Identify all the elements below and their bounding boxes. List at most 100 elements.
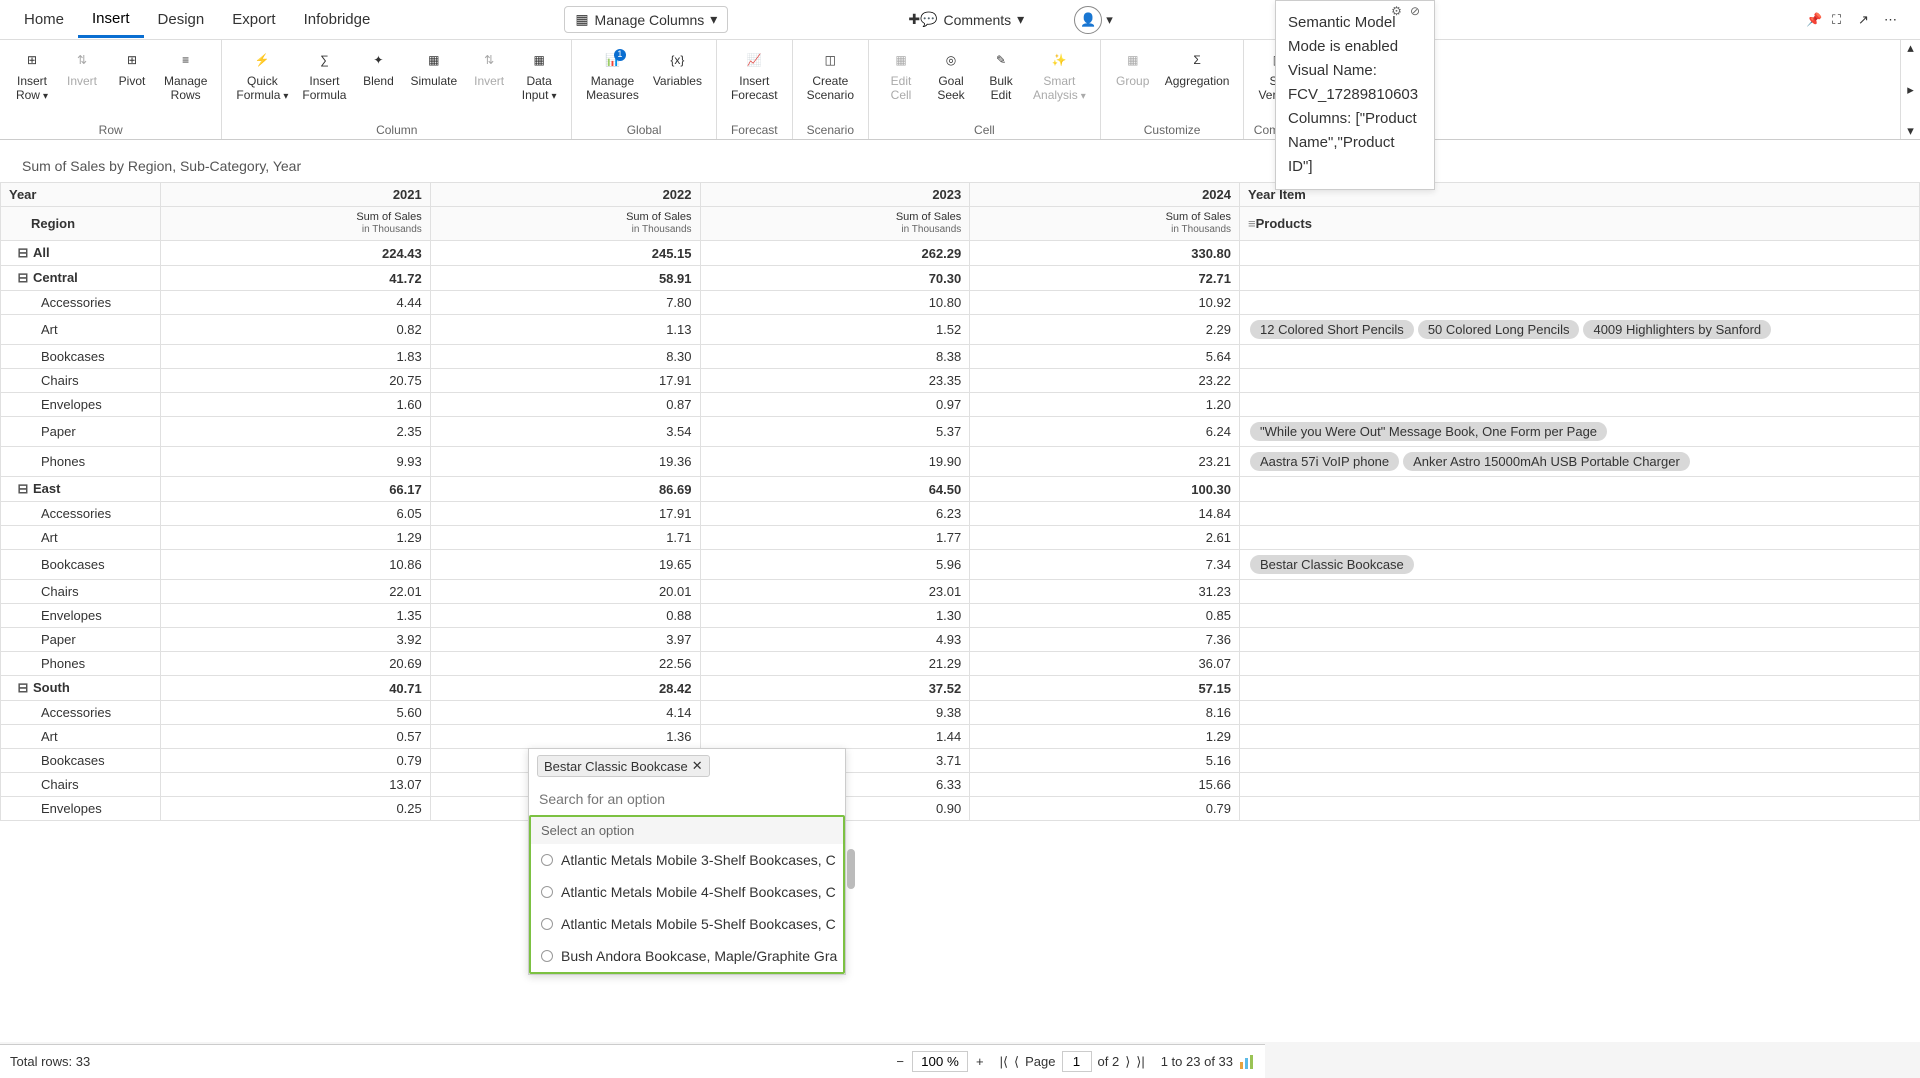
row-label-cell[interactable]: Accessories [1,291,161,315]
value-cell[interactable]: 0.57 [161,725,431,749]
product-chip[interactable]: Aastra 57i VoIP phone [1250,452,1399,471]
row-label-cell[interactable]: Art [1,526,161,550]
dropdown-search-input[interactable] [529,783,845,815]
product-chip[interactable]: "While you Were Out" Message Book, One F… [1250,422,1607,441]
first-page-button[interactable]: |⟨ [1000,1054,1008,1070]
value-cell[interactable]: 1.77 [700,526,970,550]
products-cell[interactable]: "While you Were Out" Message Book, One F… [1240,417,1920,447]
table-row[interactable]: Accessories4.447.8010.8010.92 [1,291,1920,315]
value-cell[interactable]: 1.30 [700,604,970,628]
value-cell[interactable]: 0.87 [430,393,700,417]
value-cell[interactable]: 4.44 [161,291,431,315]
blend-button[interactable]: ✦Blend [354,44,402,107]
chevron-down-icon[interactable]: ▾ [1106,12,1113,28]
products-cell[interactable] [1240,749,1920,773]
value-cell[interactable]: 6.24 [970,417,1240,447]
dropdown-option[interactable]: Atlantic Metals Mobile 4-Shelf Bookcases… [531,876,843,908]
product-select-dropdown[interactable]: Bestar Classic Bookcase ✕ Select an opti… [528,748,846,975]
last-page-button[interactable]: ⟩| [1136,1054,1144,1070]
value-cell[interactable]: 31.23 [970,580,1240,604]
products-cell[interactable]: Bestar Classic Bookcase [1240,550,1920,580]
row-label-cell[interactable]: ⊟All [1,241,161,266]
table-row[interactable]: Chairs22.0120.0123.0131.23 [1,580,1920,604]
row-label-cell[interactable]: Accessories [1,502,161,526]
value-cell[interactable]: 0.97 [700,393,970,417]
scroll-up-icon[interactable]: ▴ [1907,40,1914,56]
filter-icon[interactable]: ⚙ [1391,4,1402,18]
product-chip[interactable]: 12 Colored Short Pencils [1250,320,1414,339]
zoom-in-button[interactable]: + [976,1054,984,1069]
value-cell[interactable]: 10.80 [700,291,970,315]
close-panel-icon[interactable]: ⊘ [1410,4,1420,18]
goal-seek-button[interactable]: ◎GoalSeek [927,44,975,107]
value-cell[interactable]: 0.82 [161,315,431,345]
products-cell[interactable] [1240,701,1920,725]
value-cell[interactable]: 8.38 [700,345,970,369]
value-cell[interactable]: 23.22 [970,369,1240,393]
value-cell[interactable]: 1.13 [430,315,700,345]
collapse-icon[interactable]: ⊟ [17,680,29,696]
value-cell[interactable]: 5.60 [161,701,431,725]
value-cell[interactable]: 4.14 [430,701,700,725]
collapse-icon[interactable]: ⊟ [17,270,29,286]
prev-page-button[interactable]: ⟨ [1014,1054,1019,1070]
tab-export[interactable]: Export [218,3,289,36]
products-cell[interactable] [1240,369,1920,393]
value-cell[interactable]: 57.15 [970,676,1240,701]
products-cell[interactable] [1240,604,1920,628]
manage-rows-button[interactable]: ≡ManageRows [158,44,213,107]
value-cell[interactable]: 3.92 [161,628,431,652]
collapse-icon[interactable]: ⊟ [17,481,29,497]
row-label-cell[interactable]: Paper [1,417,161,447]
value-cell[interactable]: 37.52 [700,676,970,701]
value-cell[interactable]: 28.42 [430,676,700,701]
bulk-edit-button[interactable]: ✎BulkEdit [977,44,1025,107]
col-2021[interactable]: 2021 [161,183,431,207]
row-label-cell[interactable]: Phones [1,447,161,477]
row-label-cell[interactable]: ⊟South [1,676,161,701]
value-cell[interactable]: 2.35 [161,417,431,447]
product-chip[interactable]: Anker Astro 15000mAh USB Portable Charge… [1403,452,1690,471]
table-row[interactable]: Accessories6.0517.916.2314.84 [1,502,1920,526]
value-cell[interactable]: 23.21 [970,447,1240,477]
tab-home[interactable]: Home [10,3,78,36]
col-2023[interactable]: 2023 [700,183,970,207]
dropdown-scrollbar[interactable] [847,849,855,889]
row-label-cell[interactable]: Art [1,315,161,345]
value-cell[interactable]: 23.01 [700,580,970,604]
table-row[interactable]: ⊟South40.7128.4237.5257.15 [1,676,1920,701]
row-label-cell[interactable]: Paper [1,628,161,652]
row-label-cell[interactable]: Chairs [1,580,161,604]
value-cell[interactable]: 22.56 [430,652,700,676]
value-cell[interactable]: 22.01 [161,580,431,604]
products-cell[interactable] [1240,797,1920,821]
value-cell[interactable]: 36.07 [970,652,1240,676]
value-cell[interactable]: 0.85 [970,604,1240,628]
value-cell[interactable]: 64.50 [700,477,970,502]
selected-chip[interactable]: Bestar Classic Bookcase ✕ [537,755,710,777]
comments-button[interactable]: ✚💬 Comments ▾ [908,11,1024,28]
products-cell[interactable] [1240,652,1920,676]
table-row[interactable]: Bookcases0.791.243.715.16 [1,749,1920,773]
value-cell[interactable]: 21.29 [700,652,970,676]
products-cell[interactable] [1240,725,1920,749]
value-cell[interactable]: 330.80 [970,241,1240,266]
quick-formula-button[interactable]: ⚡QuickFormula [230,44,294,107]
value-cell[interactable]: 19.90 [700,447,970,477]
row-label-cell[interactable]: ⊟East [1,477,161,502]
popout-icon[interactable]: ↗ [1858,12,1874,28]
table-row[interactable]: Paper3.923.974.937.36 [1,628,1920,652]
more-icon[interactable]: ⋯ [1884,12,1900,28]
row-label-cell[interactable]: Envelopes [1,393,161,417]
tab-design[interactable]: Design [144,3,219,36]
scroll-down-icon[interactable]: ▾ [1907,123,1914,139]
dropdown-option[interactable]: Bush Andora Bookcase, Maple/Graphite Gra [531,940,843,972]
row-label-cell[interactable]: Bookcases [1,345,161,369]
products-cell[interactable] [1240,477,1920,502]
row-label-cell[interactable]: Envelopes [1,797,161,821]
table-row[interactable]: Envelopes0.251.410.900.79 [1,797,1920,821]
products-cell[interactable] [1240,526,1920,550]
value-cell[interactable]: 13.07 [161,773,431,797]
row-label-cell[interactable]: Bookcases [1,550,161,580]
value-cell[interactable]: 23.35 [700,369,970,393]
